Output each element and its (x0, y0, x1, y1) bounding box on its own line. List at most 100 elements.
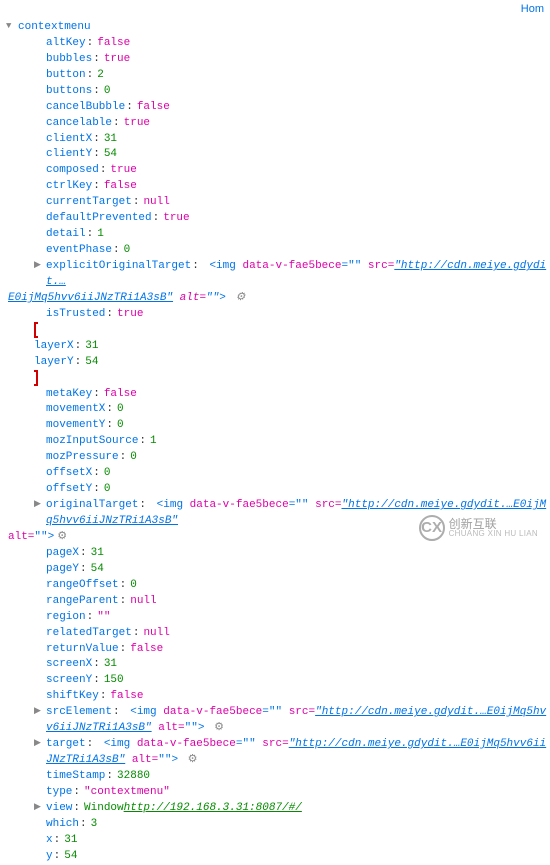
gear-icon[interactable]: ⚙ (235, 292, 245, 304)
prop-value: true (110, 163, 136, 179)
prop-key: movementY (46, 418, 105, 434)
prop-key: timeStamp (46, 769, 105, 785)
prop-key: screenY (46, 673, 92, 689)
prop-explicitOriginalTarget[interactable]: ▶ explicitOriginalTarget: <img data-v-fa… (4, 259, 550, 291)
gear-icon[interactable]: ⚙ (57, 530, 67, 546)
prop-detail[interactable]: detail:1 (4, 227, 550, 243)
prop-key: screenX (46, 657, 92, 673)
prop-value: 0 (104, 482, 111, 498)
prop-target[interactable]: ▶ target: <img data-v-fae5bece="" src="h… (4, 737, 550, 769)
prop-bubbles[interactable]: bubbles:true (4, 52, 550, 68)
prop-value: 150 (104, 673, 124, 689)
prop-cancelBubble[interactable]: cancelBubble:false (4, 100, 550, 116)
prop-value: 0 (104, 84, 111, 100)
prop-metaKey[interactable]: metaKey:false (4, 387, 550, 403)
prop-ctrlKey[interactable]: ctrlKey:false (4, 179, 550, 195)
chevron-right-icon: ▶ (34, 801, 44, 814)
prop-key: bubbles (46, 52, 92, 68)
prop-pageY[interactable]: pageY:54 (4, 562, 550, 578)
prop-value: 0 (104, 466, 111, 482)
prop-value: 31 (91, 546, 104, 562)
prop-key: cancelable (46, 116, 112, 132)
prop-value: 0 (117, 402, 124, 418)
prop-shiftKey[interactable]: shiftKey:false (4, 689, 550, 705)
prop-key: rangeParent (46, 594, 119, 610)
watermark-en: CHUANG XIN HU LIAN (449, 530, 538, 538)
chevron-right-icon: ▶ (34, 737, 44, 750)
prop-rangeOffset[interactable]: rangeOffset:0 (4, 578, 550, 594)
chevron-right-icon: ▶ (34, 705, 44, 718)
gear-icon[interactable]: ⚙ (214, 722, 224, 734)
prop-value: false (110, 689, 143, 705)
prop-key: mozPressure (46, 450, 119, 466)
prop-mozPressure[interactable]: mozPressure:0 (4, 450, 550, 466)
prop-offsetY[interactable]: offsetY:0 (4, 482, 550, 498)
prop-button[interactable]: button:2 (4, 68, 550, 84)
prop-eventPhase[interactable]: eventPhase:0 (4, 243, 550, 259)
prop-value: true (117, 307, 143, 323)
prop-currentTarget[interactable]: currentTarget:null (4, 195, 550, 211)
chevron-down-icon: ▼ (6, 20, 16, 33)
prop-x[interactable]: x:31 (4, 833, 550, 849)
prop-srcElement[interactable]: ▶ srcElement: <img data-v-fae5bece="" sr… (4, 705, 550, 737)
prop-composed[interactable]: composed:true (4, 163, 550, 179)
prop-movementX[interactable]: movementX:0 (4, 402, 550, 418)
prop-key: clientX (46, 132, 92, 148)
prop-key: ctrlKey (46, 179, 92, 195)
prop-value: null (130, 594, 156, 610)
highlighted-box: layerX:31 layerY:54 (34, 322, 98, 386)
prop-y[interactable]: y:54 (4, 849, 550, 865)
chevron-right-icon: ▶ (34, 498, 44, 511)
prop-layerX[interactable]: layerX:31 (34, 339, 98, 355)
prop-timeStamp[interactable]: timeStamp:32880 (4, 769, 550, 785)
chevron-right-icon: ▶ (34, 259, 44, 272)
prop-type[interactable]: type:"contextmenu" (4, 785, 550, 801)
prop-value: null (143, 195, 169, 211)
prop-value: 54 (64, 849, 77, 865)
prop-returnValue[interactable]: returnValue:false (4, 642, 550, 658)
prop-value: null (143, 626, 169, 642)
prop-value: 31 (104, 132, 117, 148)
prop-clientY[interactable]: clientY:54 (4, 147, 550, 163)
prop-region[interactable]: region:"" (4, 610, 550, 626)
prop-which[interactable]: which:3 (4, 817, 550, 833)
prop-value: 0 (124, 243, 131, 259)
prop-clientX[interactable]: clientX:31 (4, 132, 550, 148)
prop-pageX[interactable]: pageX:31 (4, 546, 550, 562)
gear-icon[interactable]: ⚙ (188, 754, 198, 766)
prop-value: false (104, 179, 137, 195)
prop-screenX[interactable]: screenX:31 (4, 657, 550, 673)
prop-value: 3 (91, 817, 98, 833)
prop-key: x (46, 833, 53, 849)
prop-key: type (46, 785, 72, 801)
prop-defaultPrevented[interactable]: defaultPrevented:true (4, 211, 550, 227)
prop-key: offsetY (46, 482, 92, 498)
prop-rangeParent[interactable]: rangeParent:null (4, 594, 550, 610)
prop-key: defaultPrevented (46, 211, 152, 227)
prop-offsetX[interactable]: offsetX:0 (4, 466, 550, 482)
prop-key: mozInputSource (46, 434, 138, 450)
prop-key: rangeOffset (46, 578, 119, 594)
root-node[interactable]: ▼ contextmenu (4, 20, 550, 36)
prop-key: pageX (46, 546, 79, 562)
prop-key: metaKey (46, 387, 92, 403)
prop-value: 1 (97, 227, 104, 243)
top-link[interactable]: Hom (521, 2, 544, 18)
prop-buttons[interactable]: buttons:0 (4, 84, 550, 100)
prop-key: movementX (46, 402, 105, 418)
prop-relatedTarget[interactable]: relatedTarget:null (4, 626, 550, 642)
root-label: contextmenu (18, 20, 91, 36)
prop-altKey[interactable]: altKey:false (4, 36, 550, 52)
prop-mozInputSource[interactable]: mozInputSource:1 (4, 434, 550, 450)
prop-key: offsetX (46, 466, 92, 482)
prop-value: 32880 (117, 769, 150, 785)
prop-layerY[interactable]: layerY:54 (34, 355, 98, 371)
prop-isTrusted[interactable]: isTrusted:true (4, 307, 550, 323)
prop-explicit-cont: E0ijMq5hvv6iiJNzTRi1A3sB" alt=""> ⚙ (4, 291, 550, 307)
prop-cancelable[interactable]: cancelable:true (4, 116, 550, 132)
prop-view[interactable]: ▶ view: Window http://192.168.3.31:8087/… (4, 801, 550, 817)
prop-key: pageY (46, 562, 79, 578)
prop-movementY[interactable]: movementY:0 (4, 418, 550, 434)
prop-key: buttons (46, 84, 92, 100)
prop-screenY[interactable]: screenY:150 (4, 673, 550, 689)
